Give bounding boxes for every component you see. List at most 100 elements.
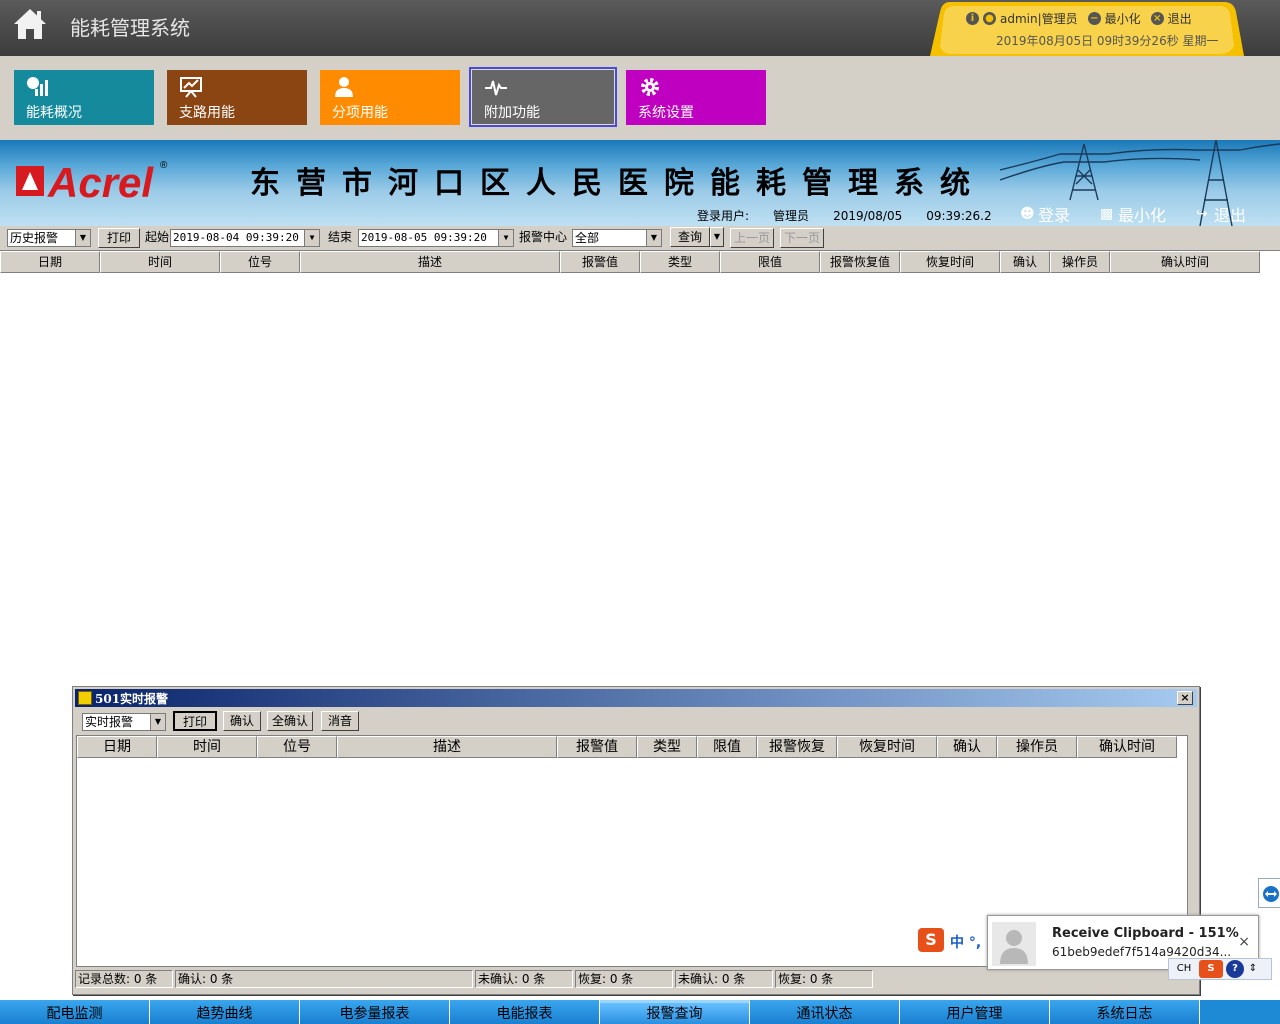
nav-parameter-report[interactable]: 电参量报表 [300, 1000, 450, 1024]
column-header[interactable]: 报警值 [557, 736, 637, 758]
column-header[interactable]: 确认 [1000, 251, 1050, 273]
column-header[interactable]: 报警恢复 [757, 736, 837, 758]
tile-extra-functions[interactable]: 附加功能 [469, 67, 617, 127]
module-menu: 能耗概况 支路用能 分项用能 附加功能 系统设置 [0, 56, 1280, 140]
column-header[interactable]: 位号 [257, 736, 337, 758]
column-header[interactable]: 报警恢复值 [820, 251, 900, 273]
gear-icon [641, 78, 659, 96]
nav-system-log[interactable]: 系统日志 [1050, 1000, 1200, 1024]
table-header: 日期 时间 位号 描述 报警值 类型 限值 报警恢复值 恢复时间 确认 操作员 … [0, 251, 1260, 273]
end-datetime[interactable]: 2019-08-05 09:39:20 ▼ [358, 229, 514, 247]
column-header[interactable]: 限值 [720, 251, 820, 273]
prev-page-button[interactable]: 上一页 [730, 228, 774, 248]
column-header[interactable]: 日期 [0, 251, 100, 273]
window-icon [78, 691, 92, 705]
top-bar: 能耗管理系统 i ● admin|管理员 − 最小化 × 退出 2019年08月… [0, 0, 1280, 56]
realtime-mode-select[interactable]: 实时报警 ▼ [82, 713, 166, 731]
alarm-center-value: 全部 [575, 231, 600, 245]
column-header[interactable]: 确认 [937, 736, 997, 758]
column-header[interactable]: 操作员 [1050, 251, 1110, 273]
realtime-mode-value: 实时报警 [85, 715, 134, 729]
nav-power-monitoring[interactable]: 配电监测 [0, 1000, 150, 1024]
confirm-all-button[interactable]: 全确认 [267, 711, 313, 731]
app-title: 能耗管理系统 [70, 16, 190, 40]
nav-alarm-query[interactable]: 报警查询 [600, 1000, 750, 1024]
close-icon[interactable]: × [1177, 691, 1193, 705]
home-icon[interactable] [12, 7, 48, 41]
user-name: admin|管理员 [1000, 12, 1078, 26]
column-header[interactable]: 描述 [300, 251, 560, 273]
column-header[interactable]: 描述 [337, 736, 557, 758]
svg-text:Acrel: Acrel [47, 159, 154, 206]
logout-link[interactable]: 退出 [1168, 10, 1192, 27]
chevron-down-icon[interactable]: ▼ [75, 230, 91, 246]
column-header[interactable]: 时间 [157, 736, 257, 758]
column-header[interactable]: 时间 [100, 251, 220, 273]
tile-energy-overview[interactable]: 能耗概况 [14, 70, 154, 125]
status-recovered-2: 恢复: 0 条 [775, 970, 873, 988]
column-header[interactable]: 恢复时间 [900, 251, 1000, 273]
column-header[interactable]: 位号 [220, 251, 300, 273]
login-button[interactable]: ☻ 登录 [1020, 202, 1070, 226]
print-button[interactable]: 打印 [98, 228, 140, 248]
nav-energy-report[interactable]: 电能报表 [450, 1000, 600, 1024]
next-page-button[interactable]: 下一页 [780, 228, 824, 248]
nav-trend-curve[interactable]: 趋势曲线 [150, 1000, 300, 1024]
alarm-mode-select[interactable]: 历史报警 ▼ [7, 229, 91, 247]
close-icon[interactable]: × [1238, 934, 1250, 950]
person-icon [335, 77, 353, 97]
column-header[interactable]: 限值 [697, 736, 757, 758]
alarm-mode-value: 历史报警 [10, 231, 59, 245]
close-icon[interactable]: × [1150, 12, 1164, 25]
exit-icon: ↪ [1196, 206, 1208, 222]
chevron-down-icon[interactable]: ▼ [646, 230, 662, 246]
login-label: 登录 [1038, 206, 1071, 225]
center-label: 报警中心 [519, 230, 568, 244]
minimize-icon[interactable]: − [1087, 12, 1101, 25]
minimize-button[interactable]: ▩ 最小化 [1100, 202, 1166, 226]
column-header[interactable]: 确认时间 [1110, 251, 1260, 273]
tile-label: 附加功能 [484, 105, 540, 121]
window-titlebar[interactable]: 501实时报警 × [75, 689, 1197, 707]
tile-system-settings[interactable]: 系统设置 [626, 70, 766, 125]
confirm-button[interactable]: 确认 [223, 711, 261, 731]
column-header[interactable]: 操作员 [997, 736, 1077, 758]
tile-label: 系统设置 [638, 105, 694, 121]
status-bar: 记录总数: 0 条 确认: 0 条 未确认: 0 条 恢复: 0 条 未确认: … [75, 970, 875, 990]
column-header[interactable]: 恢复时间 [837, 736, 937, 758]
window-title: 501实时报警 [95, 692, 169, 706]
nav-user-management[interactable]: 用户管理 [900, 1000, 1050, 1024]
window-print-button[interactable]: 打印 [173, 711, 217, 731]
notification-text: 61beb9edef7f514a9420d34... [1052, 945, 1232, 959]
info-icon[interactable]: i [966, 12, 979, 25]
column-header[interactable]: 类型 [640, 251, 720, 273]
language-indicator[interactable]: CH [1172, 960, 1196, 978]
column-header[interactable]: 日期 [77, 736, 157, 758]
exit-button[interactable]: ↪ 退出 [1196, 202, 1246, 226]
tile-label: 支路用能 [179, 105, 235, 121]
tile-branch-energy[interactable]: 支路用能 [167, 70, 307, 125]
mute-button[interactable]: 消音 [321, 711, 359, 731]
chevron-down-icon[interactable]: ▼ [150, 714, 166, 730]
ime-toolbar[interactable]: S 中 °, [916, 926, 986, 956]
column-header[interactable]: 确认时间 [1077, 736, 1177, 758]
column-header[interactable]: 类型 [637, 736, 697, 758]
tray-arrows-icon[interactable]: ⇕ [1247, 960, 1259, 978]
alarm-center-select[interactable]: 全部 ▼ [572, 229, 662, 247]
user-line: i ● admin|管理员 − 最小化 × 退出 [966, 10, 1236, 27]
tile-label: 分项用能 [332, 105, 388, 121]
svg-text:®: ® [160, 160, 168, 171]
teamviewer-icon[interactable] [1258, 878, 1280, 908]
tile-item-energy[interactable]: 分项用能 [320, 70, 460, 125]
chevron-down-icon[interactable]: ▼ [498, 230, 514, 246]
sogou-tray-icon[interactable]: S [1199, 960, 1223, 978]
start-value: 2019-08-04 09:39:20 [173, 231, 299, 244]
start-datetime[interactable]: 2019-08-04 09:39:20 ▼ [170, 229, 320, 247]
help-icon[interactable]: ? [1226, 960, 1244, 978]
nav-comm-status[interactable]: 通讯状态 [750, 1000, 900, 1024]
column-header[interactable]: 报警值 [560, 251, 640, 273]
search-button[interactable]: 查询 [670, 227, 710, 247]
search-dropdown[interactable]: ▼ [710, 227, 724, 247]
chevron-down-icon[interactable]: ▼ [304, 230, 320, 246]
minimize-link[interactable]: 最小化 [1105, 10, 1141, 27]
